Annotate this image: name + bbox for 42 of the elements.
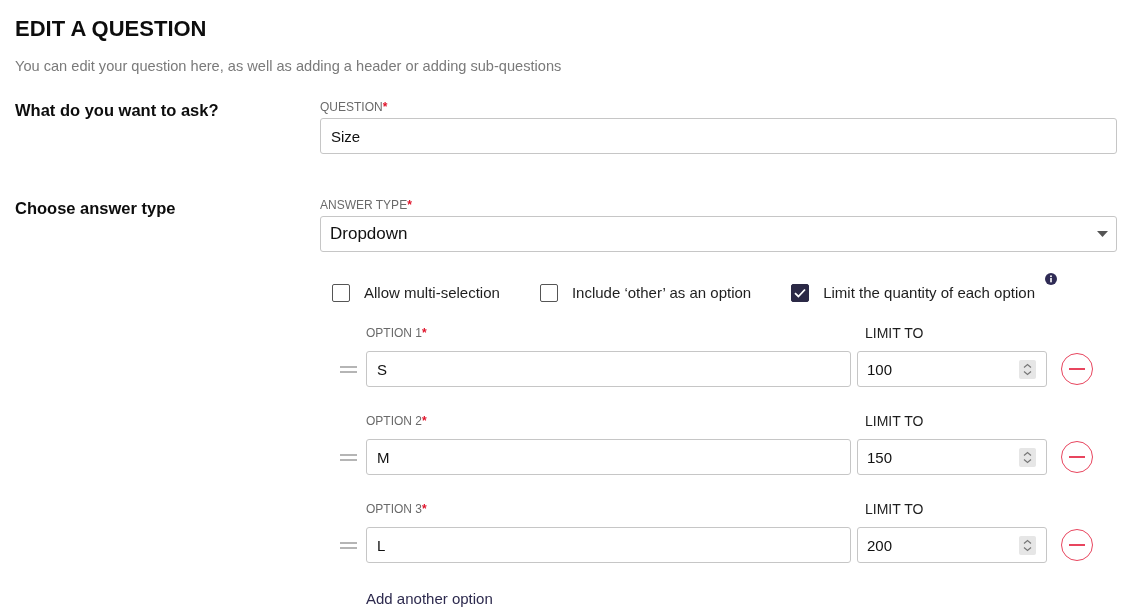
remove-option-button[interactable] (1061, 441, 1093, 473)
stepper-icon[interactable] (1019, 359, 1036, 379)
minus-icon (1069, 456, 1085, 458)
limit-input[interactable]: 150 (857, 439, 1047, 475)
minus-icon (1069, 544, 1085, 546)
option-input[interactable]: L (366, 527, 851, 563)
add-option-link[interactable]: Add another option (366, 589, 493, 609)
section-heading: Choose answer type (15, 198, 176, 219)
caret-icon (1097, 231, 1108, 237)
checkbox[interactable] (791, 284, 810, 302)
page-title: EDIT A QUESTION (15, 15, 207, 43)
option-input[interactable]: S (366, 351, 851, 387)
remove-option-button[interactable] (1061, 353, 1093, 385)
checkbox[interactable] (332, 284, 350, 302)
checkbox-label: Allow multi-selection (364, 283, 500, 303)
limit-input[interactable]: 100 (857, 351, 1047, 387)
minus-icon (1069, 368, 1085, 370)
checkbox-label: Limit the quantity of each option (823, 283, 1035, 303)
answer-type-select[interactable]: Dropdown (320, 216, 1117, 252)
page-subtitle: You can edit your question here, as well as adding a header or adding sub-questions (15, 57, 562, 76)
option-input[interactable]: M (366, 439, 851, 475)
checkmark-icon (794, 288, 807, 298)
section-heading: What do you want to ask? (15, 100, 219, 121)
option-label: OPTION 3* (366, 501, 427, 517)
option-label: OPTION 2* (366, 413, 427, 429)
drag-handle-icon[interactable] (340, 453, 357, 461)
limit-label: LIMIT TO (864, 325, 924, 341)
stepper-icon[interactable] (1019, 535, 1036, 555)
field-label: QUESTION* (320, 99, 388, 115)
checkbox-label: Include ‘other’ as an option (571, 283, 752, 303)
info-icon[interactable] (1045, 273, 1057, 285)
checkbox[interactable] (539, 284, 558, 302)
limit-label: LIMIT TO (864, 501, 924, 517)
drag-handle-icon[interactable] (340, 541, 357, 549)
field-label: ANSWER TYPE* (320, 197, 412, 213)
limit-input[interactable]: 200 (857, 527, 1047, 563)
drag-handle-icon[interactable] (340, 365, 357, 373)
remove-option-button[interactable] (1061, 529, 1093, 561)
limit-label: LIMIT TO (864, 413, 924, 429)
stepper-icon[interactable] (1019, 447, 1036, 467)
option-label: OPTION 1* (366, 325, 427, 341)
question-input[interactable]: Size (320, 118, 1117, 154)
